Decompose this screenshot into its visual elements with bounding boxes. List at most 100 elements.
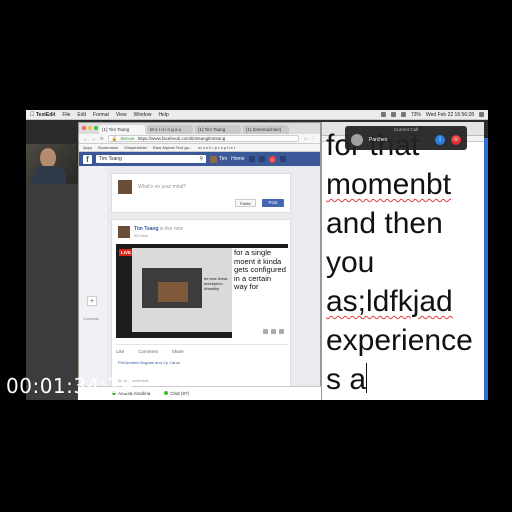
reload-icon[interactable]: ↻ bbox=[100, 136, 104, 142]
back-icon[interactable]: ← bbox=[83, 136, 88, 141]
fullscreen-icon[interactable] bbox=[279, 329, 284, 334]
address-bar[interactable]: 🔒 Secure https://www.facebook.com/timtsa… bbox=[107, 135, 300, 142]
bookmark-bare-alphas[interactable]: Bare Alphas Tent ga... bbox=[153, 145, 192, 150]
settings-icon[interactable] bbox=[271, 329, 276, 334]
tab-facebook-1[interactable]: (1) Tim Tsang bbox=[99, 125, 145, 134]
minimize-window-icon[interactable] bbox=[88, 126, 92, 130]
lock-icon: 🔒 bbox=[111, 135, 118, 141]
post-timestamp[interactable]: 35 mins bbox=[134, 233, 148, 238]
wifi-icon[interactable] bbox=[390, 112, 396, 117]
avatar bbox=[118, 180, 132, 194]
tab-facebook-3[interactable]: (1) (timemachine) bbox=[243, 125, 289, 134]
text-line: experience bbox=[326, 324, 473, 357]
menu-file[interactable]: File bbox=[62, 112, 70, 118]
menu-window[interactable]: Window bbox=[134, 112, 152, 118]
star-icon[interactable]: ☆ bbox=[303, 136, 307, 142]
add-icon[interactable]: + bbox=[87, 296, 97, 306]
home-link[interactable]: Home bbox=[231, 156, 244, 162]
text-line: and then bbox=[326, 207, 443, 240]
menu-edit[interactable]: Edit bbox=[77, 112, 86, 118]
status-icon[interactable] bbox=[380, 112, 386, 117]
secure-label: Secure bbox=[120, 136, 135, 141]
contacts-label[interactable]: Contacts bbox=[83, 316, 99, 321]
tab-youtube[interactable]: M o r n i n g a u bbox=[147, 125, 193, 134]
bookmark-monk-prophet[interactable]: m o n k • p r o p h e t bbox=[198, 145, 235, 150]
avatar[interactable] bbox=[118, 226, 130, 238]
timecode: 00:01:34;29 bbox=[6, 374, 134, 398]
notifications-badge[interactable]: 4 bbox=[268, 155, 276, 163]
privacy-selector[interactable]: Public bbox=[235, 199, 256, 207]
profile-link[interactable]: Tim bbox=[210, 155, 228, 163]
zoom-window-icon[interactable] bbox=[94, 126, 98, 130]
composer-input[interactable]: What's on your mind? bbox=[138, 184, 186, 190]
menu-help[interactable]: Help bbox=[158, 112, 168, 118]
bookmark-simpleadder[interactable]: SimpleAdder bbox=[124, 145, 147, 150]
text-caret bbox=[366, 363, 368, 393]
bookmark-apps[interactable]: Apps bbox=[83, 145, 92, 150]
post-author[interactable]: Tim Tsang is live now bbox=[134, 226, 183, 232]
tab-facebook-2[interactable]: (1) Tim Tsang bbox=[195, 125, 241, 134]
volume-icon[interactable] bbox=[400, 112, 406, 117]
browser-toolbar: ← → ↻ 🔒 Secure https://www.facebook.com/… bbox=[79, 134, 320, 144]
text-line: you bbox=[326, 246, 375, 279]
menu-format[interactable]: Format bbox=[93, 112, 109, 118]
video-text-overlay: for a single moent it kinda gets configu… bbox=[232, 248, 288, 338]
post-composer: What's on your mind? Public Post bbox=[111, 173, 291, 213]
battery-label[interactable]: 73% bbox=[411, 112, 421, 118]
menubar-app-name[interactable]: TextEdit bbox=[36, 112, 55, 118]
person-head bbox=[40, 148, 56, 168]
chat-label[interactable]: Chat (97) bbox=[170, 391, 189, 396]
facetime-call-panel: Current Call Parches i ☏ bbox=[345, 126, 467, 150]
facebook-search-input[interactable]: Tim Tsang ⚲ bbox=[96, 155, 206, 163]
info-icon[interactable]: i bbox=[435, 135, 445, 145]
desktop-background bbox=[26, 184, 78, 400]
video-screen-content: be less linear. #reception #healthy bbox=[132, 248, 232, 332]
window-controls bbox=[82, 126, 98, 130]
text-line-last: s a bbox=[326, 360, 484, 399]
post-status: is live now bbox=[159, 226, 184, 232]
text-line-content: s a bbox=[326, 363, 367, 396]
text-line: momenbt bbox=[326, 168, 452, 201]
textedit-document[interactable]: for that momenbt and then you as;ldfkjad… bbox=[322, 129, 484, 399]
call-title: Current Call bbox=[393, 127, 418, 132]
live-post: Tim Tsang is live now 35 mins LIVE be le… bbox=[111, 219, 291, 393]
video-webcam bbox=[158, 282, 188, 302]
text-line: as;ldfkjad bbox=[326, 285, 453, 318]
profile-name: Tim bbox=[219, 156, 228, 162]
search-icon[interactable] bbox=[479, 112, 484, 117]
end-call-icon[interactable]: ☏ bbox=[451, 135, 461, 145]
menu-icon[interactable]: ⋮ bbox=[312, 136, 317, 142]
menubar-clock[interactable]: Wed Feb 22 16:56:28 bbox=[426, 112, 474, 118]
post-actions: Like Comment Share bbox=[116, 344, 288, 354]
person-body bbox=[32, 166, 66, 184]
url-text[interactable]: https://www.facebook.com/timtsangtimtsan… bbox=[138, 136, 226, 141]
online-dot-icon bbox=[164, 391, 169, 395]
bookmark-bookmarks[interactable]: Bookmarks bbox=[98, 145, 118, 150]
like-button[interactable]: Like bbox=[116, 349, 124, 354]
screen-recording:  TextEdit File Edit Format View Window … bbox=[26, 110, 488, 400]
bookmarks-bar: Apps Bookmarks SimpleAdder Bare Alphas T… bbox=[79, 144, 320, 152]
avatar bbox=[210, 155, 217, 163]
chat-button[interactable]: Chat (97) bbox=[164, 391, 189, 396]
reactions-summary[interactable]: Phil Andrew Bogdan and J.y Caron bbox=[118, 360, 180, 365]
video-controls bbox=[263, 329, 284, 334]
facebook-logo-icon[interactable]: f bbox=[83, 154, 92, 164]
post-button[interactable]: Post bbox=[262, 199, 284, 207]
forward-icon[interactable]: → bbox=[92, 136, 97, 141]
post-author-name[interactable]: Tim Tsang bbox=[134, 226, 159, 232]
mac-menubar:  TextEdit File Edit Format View Window … bbox=[26, 110, 488, 120]
live-badge: LIVE bbox=[119, 249, 134, 256]
help-icon[interactable] bbox=[279, 156, 286, 162]
share-button[interactable]: Share bbox=[172, 349, 184, 354]
caller-name: Parches bbox=[369, 137, 388, 143]
volume-icon[interactable] bbox=[263, 329, 268, 334]
friend-requests-icon[interactable] bbox=[248, 156, 255, 162]
menu-view[interactable]: View bbox=[116, 112, 127, 118]
search-value: Tim Tsang bbox=[99, 156, 122, 162]
video-small-text: be less linear. #reception #healthy bbox=[204, 276, 229, 291]
live-video-player[interactable]: LIVE be less linear. #reception #healthy… bbox=[116, 244, 288, 338]
messages-icon[interactable] bbox=[258, 156, 265, 162]
search-icon[interactable]: ⚲ bbox=[199, 155, 203, 163]
close-window-icon[interactable] bbox=[82, 126, 86, 130]
comment-button[interactable]: Comment bbox=[138, 349, 158, 354]
